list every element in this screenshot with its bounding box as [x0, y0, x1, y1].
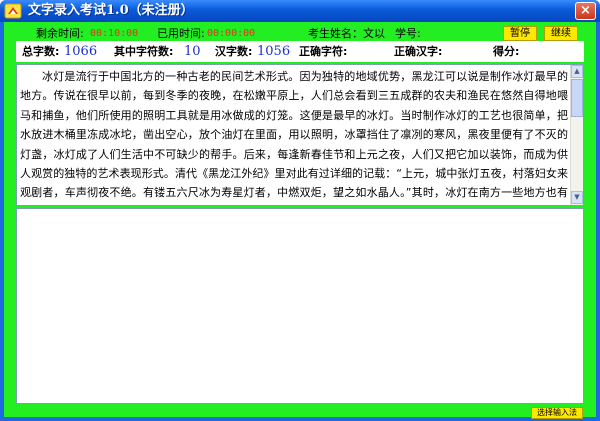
scroll-down-arrow-icon[interactable]: ▼	[571, 191, 583, 204]
hanzi-count-value: 1056	[257, 44, 291, 59]
select-input-method-button[interactable]: 选择输入法	[531, 407, 583, 419]
remaining-time-value: 00:10:00	[90, 28, 139, 39]
correct-hanzi-label: 正确汉字:	[394, 45, 443, 58]
typing-input-panel	[16, 208, 584, 404]
watermark-logo: 当下软件园	[517, 387, 578, 401]
quill-icon	[4, 3, 22, 19]
app-window: 文字录入考试1.0（未注册） × 剩余时间: 00:10:00 已用时间: 00…	[0, 0, 600, 421]
hanzi-count-label: 汉字数:	[215, 45, 253, 58]
continue-button[interactable]: 继续	[544, 26, 578, 41]
elapsed-time-value: 00:00:00	[207, 28, 256, 39]
vertical-scrollbar[interactable]: ▲ ▼	[570, 65, 583, 205]
window-title: 文字录入考试1.0（未注册）	[28, 3, 194, 18]
symbol-count-value: 10	[184, 44, 201, 59]
source-text-panel[interactable]: 冰灯是流行于中国北方的一种古老的民间艺术形式。因为独特的地域优势，黑龙江可以说是…	[16, 64, 584, 206]
total-chars-label: 总字数:	[22, 45, 60, 58]
remaining-time-label: 剩余时间:	[36, 27, 84, 40]
scroll-thumb[interactable]	[571, 79, 583, 117]
elapsed-time-label: 已用时间:	[157, 27, 205, 40]
symbol-count-label: 其中字符数:	[114, 45, 174, 58]
close-icon: ×	[580, 3, 591, 18]
score-label: 得分:	[493, 45, 520, 58]
total-chars-value: 1066	[64, 44, 98, 59]
examinee-name-label: 考生姓名：文以	[308, 27, 385, 40]
title-bar[interactable]: 文字录入考试1.0（未注册） ×	[0, 0, 600, 22]
pause-button[interactable]: 暂停	[503, 26, 537, 41]
typing-input[interactable]	[17, 209, 583, 403]
stats-bar: 总字数: 1066 其中字符数: 10 汉字数: 1056 正确字符: 正确汉字…	[16, 41, 584, 62]
scroll-up-arrow-icon[interactable]: ▲	[571, 65, 583, 78]
close-button[interactable]: ×	[575, 2, 596, 20]
source-text: 冰灯是流行于中国北方的一种古老的民间艺术形式。因为独特的地域优势，黑龙江可以说是…	[20, 70, 568, 200]
correct-chars-label: 正确字符:	[299, 45, 348, 58]
client-area: 剩余时间: 00:10:00 已用时间: 00:00:00 考生姓名：文以 学号…	[4, 22, 596, 419]
student-id-label: 学号:	[395, 27, 421, 40]
